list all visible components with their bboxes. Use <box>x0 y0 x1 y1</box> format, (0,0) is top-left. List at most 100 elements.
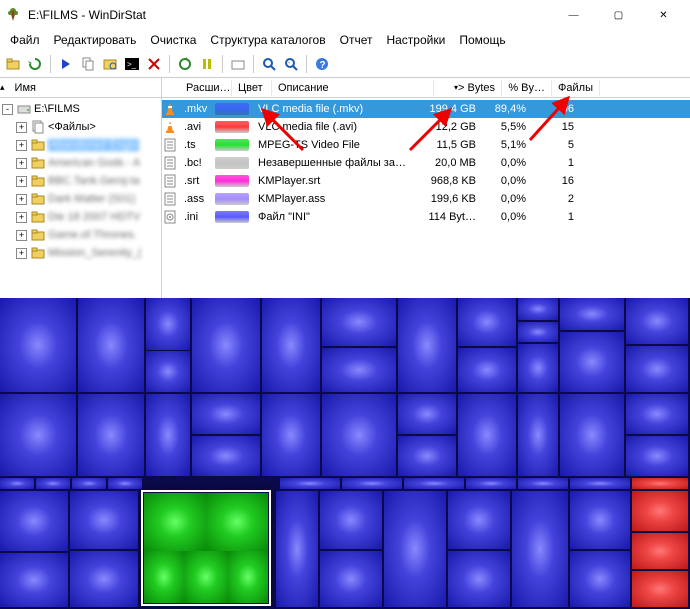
delete-icon[interactable] <box>145 55 163 73</box>
close-button[interactable]: ✕ <box>641 1 686 29</box>
tree-item[interactable]: - E:\FILMS <box>0 100 161 118</box>
file-type-icon <box>162 120 178 134</box>
tree-item[interactable]: +BBC.Tank.Geroj-ta <box>0 172 161 190</box>
directory-tree[interactable]: - E:\FILMS + <Файлы> +Abandoned Engin+Americ… <box>0 98 161 264</box>
cmd-icon[interactable]: >_ <box>123 55 141 73</box>
cell-files: 96 <box>532 103 580 115</box>
cell-files: 15 <box>532 121 580 133</box>
file-type-icon <box>162 210 178 224</box>
cell-color <box>212 193 252 205</box>
cell-percent: 5,1% <box>482 139 532 151</box>
folder-icon <box>31 174 45 188</box>
cell-ext: .mkv <box>178 103 212 115</box>
menu-report[interactable]: Отчет <box>334 31 379 49</box>
column-header[interactable]: Цвет <box>232 80 272 96</box>
cell-percent: 0,0% <box>482 157 532 169</box>
extension-row[interactable]: .tsMPEG-TS Video File11,5 GB5,1%5 <box>162 136 690 154</box>
menu-cleanup[interactable]: Очистка <box>144 31 202 49</box>
file-type-icon <box>162 102 178 116</box>
content-area: ▴ Имя -E:\FILMS+<Файлы>+Abandoned Engin+… <box>0 78 690 298</box>
cell-desc: VLC media file (.mkv) <box>252 103 414 115</box>
empty-folder-icon[interactable] <box>229 55 247 73</box>
expand-toggle[interactable]: + <box>16 248 27 259</box>
maximize-button[interactable]: ▢ <box>596 1 641 29</box>
app-icon <box>4 6 22 24</box>
tree-item[interactable]: +Dark Matter (S01) <box>0 190 161 208</box>
column-header[interactable]: % By… <box>502 80 552 96</box>
cell-color <box>212 139 252 151</box>
copy-icon[interactable] <box>79 55 97 73</box>
extension-row[interactable]: .iniФайл "INI"114 Byt…0,0%1 <box>162 208 690 226</box>
files-icon <box>31 120 45 134</box>
extension-row[interactable]: .bc!Незавершенные файлы за…20,0 MB0,0%1 <box>162 154 690 172</box>
cell-percent: 0,0% <box>482 211 532 223</box>
cell-bytes: 12,2 GB <box>414 121 482 133</box>
menu-edit[interactable]: Редактировать <box>48 31 143 49</box>
expand-toggle[interactable]: - <box>2 104 13 115</box>
drive-icon <box>17 102 31 116</box>
column-header[interactable]: ▾> Bytes <box>434 80 502 96</box>
cell-color <box>212 103 252 115</box>
tree-item[interactable]: +Game.of.Thrones. <box>0 226 161 244</box>
extension-row[interactable]: .srtKMPlayer.srt968,8 KB0,0%16 <box>162 172 690 190</box>
directory-tree-pane: ▴ Имя -E:\FILMS+<Файлы>+Abandoned Engin+… <box>0 78 162 298</box>
extension-header[interactable]: Расши…ЦветОписание▾> Bytes% By…Файлы <box>162 78 690 98</box>
col-name: Имя <box>9 80 42 96</box>
column-header[interactable]: Описание <box>272 80 434 96</box>
extension-row[interactable]: .aviVLC media file (.avi)12,2 GB5,5%15 <box>162 118 690 136</box>
expand-toggle[interactable]: + <box>16 158 27 169</box>
cell-ext: .avi <box>178 121 212 133</box>
play-icon[interactable] <box>57 55 75 73</box>
treemap[interactable] <box>0 298 690 609</box>
cell-files: 1 <box>532 211 580 223</box>
extension-table[interactable]: .mkvVLC media file (.mkv)199,4 GB89,4%96… <box>162 98 690 228</box>
expand-toggle[interactable]: + <box>16 212 27 223</box>
open-icon[interactable] <box>4 55 22 73</box>
extension-row[interactable]: .mkvVLC media file (.mkv)199,4 GB89,4%96 <box>162 100 690 118</box>
tree-item[interactable]: +Die 18 2007 HDTV <box>0 208 161 226</box>
menu-tree[interactable]: Структура каталогов <box>204 31 331 49</box>
separator <box>50 55 51 73</box>
menubar: Файл Редактировать Очистка Структура кат… <box>0 30 690 50</box>
refresh-icon[interactable] <box>26 55 44 73</box>
cell-files: 1 <box>532 157 580 169</box>
minimize-button[interactable]: — <box>551 1 596 29</box>
tree-item-label: E:\FILMS <box>34 103 80 115</box>
extension-row[interactable]: .assKMPlayer.ass199,6 KB0,0%2 <box>162 190 690 208</box>
folder-icon <box>31 246 45 260</box>
tree-item-label: <Файлы> <box>48 121 96 133</box>
help-icon[interactable]: ? <box>313 55 331 73</box>
expand-toggle[interactable]: + <box>16 230 27 241</box>
folder-icon <box>31 156 45 170</box>
menu-file[interactable]: Файл <box>4 31 46 49</box>
extension-list-pane: Расши…ЦветОписание▾> Bytes% By…Файлы .mk… <box>162 78 690 298</box>
expand-toggle[interactable]: + <box>16 194 27 205</box>
sort-desc-icon: ▾ <box>454 83 458 92</box>
explorer-icon[interactable] <box>101 55 119 73</box>
cell-percent: 5,5% <box>482 121 532 133</box>
menu-settings[interactable]: Настройки <box>380 31 451 49</box>
cell-desc: Файл "INI" <box>252 211 414 223</box>
titlebar: E:\FILMS - WinDirStat — ▢ ✕ <box>0 0 690 30</box>
tree-item-label: Mission_Serenity_( <box>48 247 142 259</box>
tree-header[interactable]: ▴ Имя <box>0 78 161 98</box>
tree-item[interactable]: +Abandoned Engin <box>0 136 161 154</box>
refresh2-icon[interactable] <box>176 55 194 73</box>
expand-toggle[interactable]: + <box>16 176 27 187</box>
tree-item[interactable]: +American Gods - A <box>0 154 161 172</box>
cell-percent: 89,4% <box>482 103 532 115</box>
sort-up-icon: ▴ <box>0 82 5 93</box>
zoom-icon[interactable] <box>260 55 278 73</box>
expand-toggle[interactable]: + <box>16 122 27 133</box>
cell-color <box>212 121 252 133</box>
column-header[interactable]: Файлы <box>552 80 600 96</box>
cell-percent: 0,0% <box>482 193 532 205</box>
cell-bytes: 11,5 GB <box>414 139 482 151</box>
menu-help[interactable]: Помощь <box>453 31 511 49</box>
tree-item[interactable]: + <Файлы> <box>0 118 161 136</box>
expand-toggle[interactable]: + <box>16 140 27 151</box>
pause-icon[interactable] <box>198 55 216 73</box>
zoom2-icon[interactable]: - <box>282 55 300 73</box>
tree-item[interactable]: + Mission_Serenity_( <box>0 244 161 262</box>
column-header[interactable]: Расши… <box>180 80 232 96</box>
